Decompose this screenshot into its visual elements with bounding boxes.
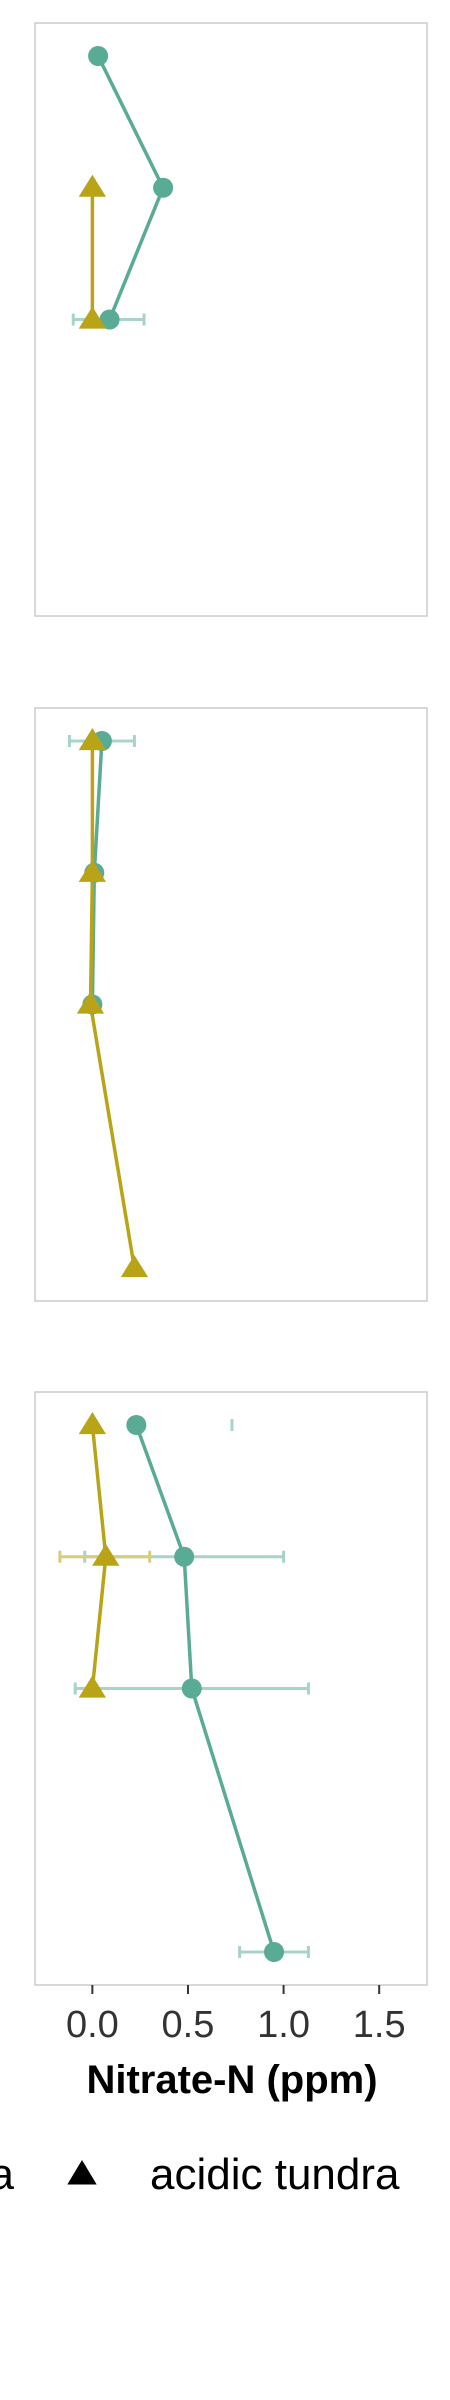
x-tick-label: 1.0: [257, 2004, 310, 2046]
x-axis-title: Nitrate-N (ppm): [86, 2058, 377, 2102]
x-axis: 0.0 0.5 1.0 1.5: [66, 1985, 406, 2046]
data-point-circle: [174, 1546, 195, 1567]
panel-1: [34, 22, 428, 617]
data-point-circle: [153, 177, 174, 198]
data-point-triangle: [78, 174, 106, 197]
legend: a acidic tundra: [0, 2150, 400, 2199]
x-tick-label: 0.5: [162, 2004, 215, 2046]
panels: [34, 22, 428, 1986]
data-point-triangle: [92, 1543, 120, 1566]
x-tick-label: 1.5: [353, 2004, 406, 2046]
data-point-circle: [88, 46, 109, 66]
data-point-circle: [264, 1942, 285, 1962]
panel-3: [34, 1391, 428, 1986]
x-tick-label: 0.0: [66, 2004, 119, 2046]
data-point-circle: [181, 1678, 202, 1699]
nitrate-chart: 0.0 0.5 1.0 1.5 Nitrate-N (ppm) a acidic tu…: [0, 22, 428, 2199]
legend-label-triangle: acidic tundra: [150, 2150, 400, 2199]
legend-label-circle: a: [0, 2150, 15, 2199]
data-point-circle: [126, 1415, 147, 1435]
legend-triangle-marker: [67, 2160, 97, 2185]
data-point-triangle: [78, 1675, 106, 1698]
data-point-triangle: [120, 1255, 149, 1278]
panel-2: [34, 707, 428, 1302]
data-point-triangle: [78, 1412, 106, 1435]
